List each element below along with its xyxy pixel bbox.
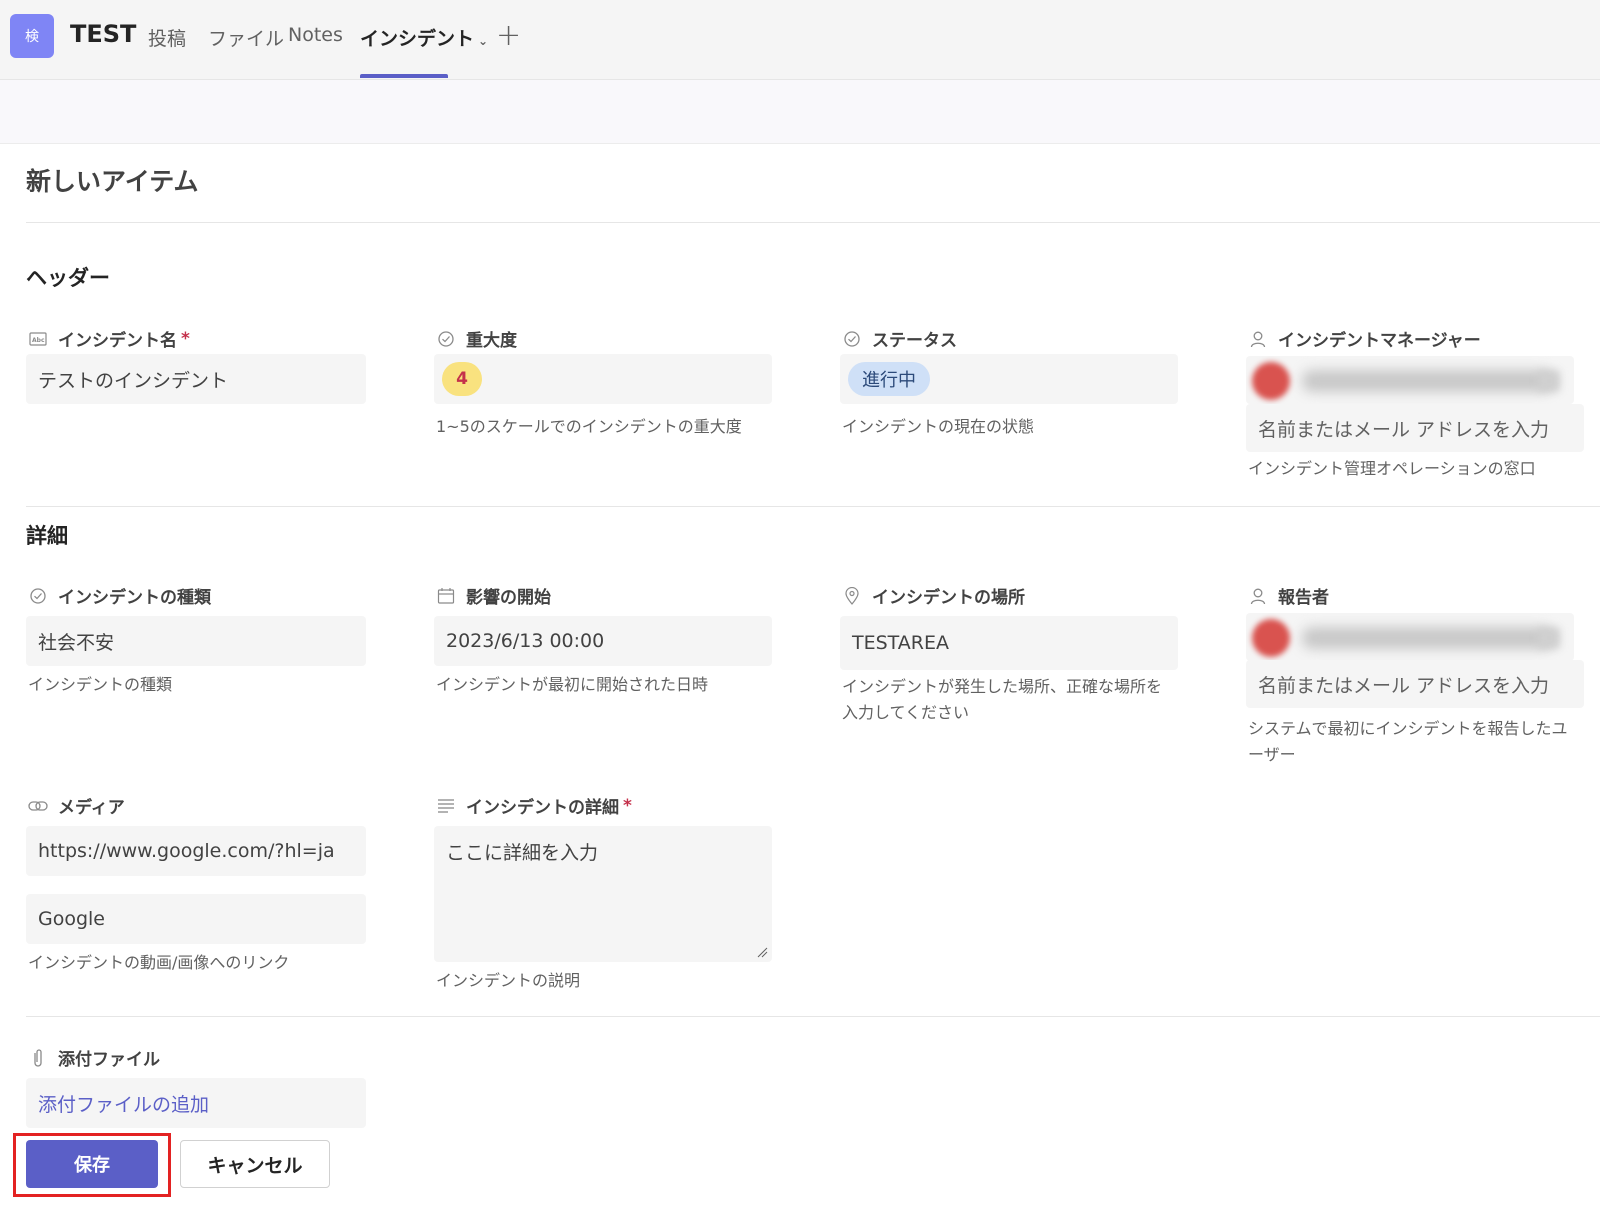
severity-helper: 1~5のスケールでのインシデントの重大度: [436, 417, 742, 436]
page-title: 新しいアイテム: [26, 167, 199, 196]
resize-handle-icon[interactable]: [756, 946, 768, 958]
incident-location-helper: インシデントが発生した場所、正確な場所を 入力してください: [842, 674, 1162, 726]
field-label-impact-start: 影響の開始: [436, 583, 551, 608]
severity-pill: 4: [442, 362, 482, 396]
person-icon: [1248, 586, 1268, 606]
required-mark: *: [623, 795, 632, 816]
reporter-input[interactable]: 名前またはメール アドレスを入力: [1246, 660, 1584, 708]
field-label-incident-type: インシデントの種類: [28, 583, 211, 608]
sub-toolbar: [0, 80, 1600, 144]
incident-details-helper: インシデントの説明: [436, 971, 581, 990]
reporter-helper-line1: システムで最初にインシデントを報告したユ: [1248, 719, 1568, 738]
location-pin-icon: [842, 586, 862, 606]
field-label-attachments: 添付ファイル: [28, 1045, 160, 1070]
incident-manager-helper: インシデント管理オペレーションの窓口: [1248, 459, 1536, 478]
avatar: [1252, 619, 1290, 657]
severity-select[interactable]: 4: [434, 354, 772, 404]
incident-location-helper-line1: インシデントが発生した場所、正確な場所を: [842, 677, 1163, 696]
incident-details-label: インシデントの詳細: [466, 798, 619, 818]
incident-manager-input[interactable]: 名前またはメール アドレスを入力: [1246, 404, 1584, 452]
reporter-label: 報告者: [1278, 588, 1329, 608]
remove-person-icon[interactable]: [1538, 627, 1560, 649]
incident-type-label: インシデントの種類: [58, 588, 211, 608]
field-label-incident-location: インシデントの場所: [842, 583, 1025, 608]
status-helper: インシデントの現在の状態: [842, 417, 1035, 436]
field-label-media: メディア: [28, 793, 125, 818]
tab-incidents[interactable]: インシデント ⌄: [360, 24, 488, 51]
incident-type-select[interactable]: 社会不安: [26, 616, 366, 666]
field-label-reporter: 報告者: [1248, 583, 1329, 608]
incident-manager-label: インシデントマネージャー: [1278, 331, 1481, 351]
choice-icon: [842, 329, 862, 349]
person-name-redacted: [1302, 370, 1552, 392]
field-label-incident-name: Abc インシデント名 *: [28, 326, 190, 351]
media-url-input[interactable]: https://www.google.com/?hl=ja: [26, 826, 366, 876]
cancel-button[interactable]: キャンセル: [180, 1140, 330, 1188]
impact-start-input[interactable]: 2023/6/13 00:00: [434, 616, 772, 666]
tab-files[interactable]: ファイル: [208, 24, 284, 51]
media-text-input[interactable]: Google: [26, 894, 366, 944]
field-label-incident-manager: インシデントマネージャー: [1248, 326, 1481, 351]
incident-location-label: インシデントの場所: [872, 588, 1025, 608]
active-tab-indicator: [360, 74, 448, 78]
tab-notes[interactable]: Notes: [288, 24, 343, 46]
attachments-label: 添付ファイル: [58, 1050, 160, 1070]
status-select[interactable]: 進行中: [840, 354, 1178, 404]
status-pill: 進行中: [848, 362, 930, 396]
media-helper: インシデントの動画/画像へのリンク: [28, 953, 290, 972]
team-avatar[interactable]: 検: [10, 14, 54, 58]
incident-details-textarea[interactable]: ここに詳細を入力: [434, 826, 772, 962]
media-label: メディア: [58, 798, 125, 818]
impact-start-helper: インシデントが最初に開始された日時: [436, 675, 709, 694]
reporter-helper: システムで最初にインシデントを報告したユ ーザー: [1248, 716, 1568, 768]
add-attachment-link[interactable]: 添付ファイルの追加: [26, 1078, 366, 1128]
divider: [26, 506, 1600, 507]
divider: [26, 222, 1600, 223]
field-label-status: ステータス: [842, 326, 957, 351]
reporter-helper-line2: ーザー: [1248, 745, 1296, 764]
chevron-down-icon[interactable]: ⌄: [478, 34, 488, 48]
field-label-incident-details: インシデントの詳細 *: [436, 793, 632, 818]
team-name: TEST: [70, 20, 137, 48]
calendar-icon: [436, 586, 456, 606]
top-bar: 検 TEST 投稿 ファイル Notes インシデント ⌄ +: [0, 0, 1600, 80]
field-label-severity: 重大度: [436, 326, 517, 351]
choice-icon: [28, 586, 48, 606]
divider: [26, 1016, 1600, 1017]
link-icon: [28, 796, 48, 816]
add-tab-icon[interactable]: +: [496, 18, 521, 53]
incident-name-input[interactable]: テストのインシデント: [26, 354, 366, 404]
status-label: ステータス: [872, 331, 957, 351]
incident-name-label: インシデント名: [58, 331, 177, 351]
required-mark: *: [181, 328, 190, 349]
choice-icon: [436, 329, 456, 349]
paperclip-icon: [28, 1048, 48, 1068]
incident-details-placeholder: ここに詳細を入力: [446, 842, 599, 864]
section-title-header: ヘッダー: [26, 266, 110, 290]
save-button[interactable]: 保存: [26, 1140, 158, 1188]
severity-label: 重大度: [466, 331, 517, 351]
incident-type-helper: インシデントの種類: [28, 675, 173, 694]
incident-location-helper-line2: 入力してください: [842, 703, 970, 722]
selected-person-chip[interactable]: [1246, 613, 1574, 661]
tab-posts[interactable]: 投稿: [148, 24, 186, 51]
person-name-redacted: [1302, 627, 1552, 649]
multiline-text-icon: [436, 796, 456, 816]
svg-text:Abc: Abc: [32, 337, 45, 344]
person-icon: [1248, 329, 1268, 349]
section-title-details: 詳細: [26, 524, 68, 548]
text-field-icon: Abc: [28, 329, 48, 349]
avatar: [1252, 362, 1290, 400]
tab-incidents-label: インシデント: [360, 28, 475, 50]
remove-person-icon[interactable]: [1538, 370, 1560, 392]
selected-person-chip[interactable]: [1246, 356, 1574, 404]
incident-location-input[interactable]: TESTAREA: [840, 616, 1178, 670]
impact-start-label: 影響の開始: [466, 588, 551, 608]
